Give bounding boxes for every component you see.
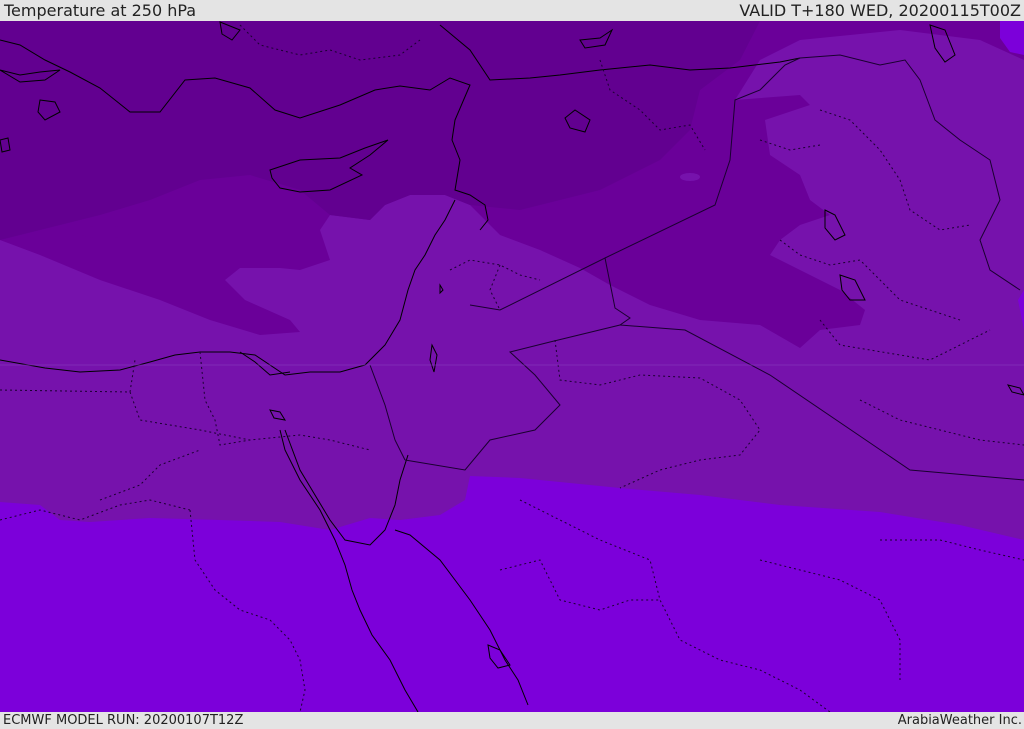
temperature-pocket: [77, 226, 131, 238]
map-canvas: [0, 21, 1024, 712]
valid-time: VALID T+180 WED, 20200115T00Z: [739, 1, 1021, 20]
map-title: Temperature at 250 hPa: [4, 1, 197, 20]
map-footer: ECMWF MODEL RUN: 20200107T12Z ArabiaWeat…: [0, 712, 1024, 729]
temperature-pocket-east: [680, 173, 700, 181]
weather-map[interactable]: [0, 21, 1024, 712]
map-header: Temperature at 250 hPa VALID T+180 WED, …: [0, 0, 1024, 21]
model-run: ECMWF MODEL RUN: 20200107T12Z: [3, 713, 244, 728]
credit: ArabiaWeather Inc.: [897, 713, 1022, 728]
